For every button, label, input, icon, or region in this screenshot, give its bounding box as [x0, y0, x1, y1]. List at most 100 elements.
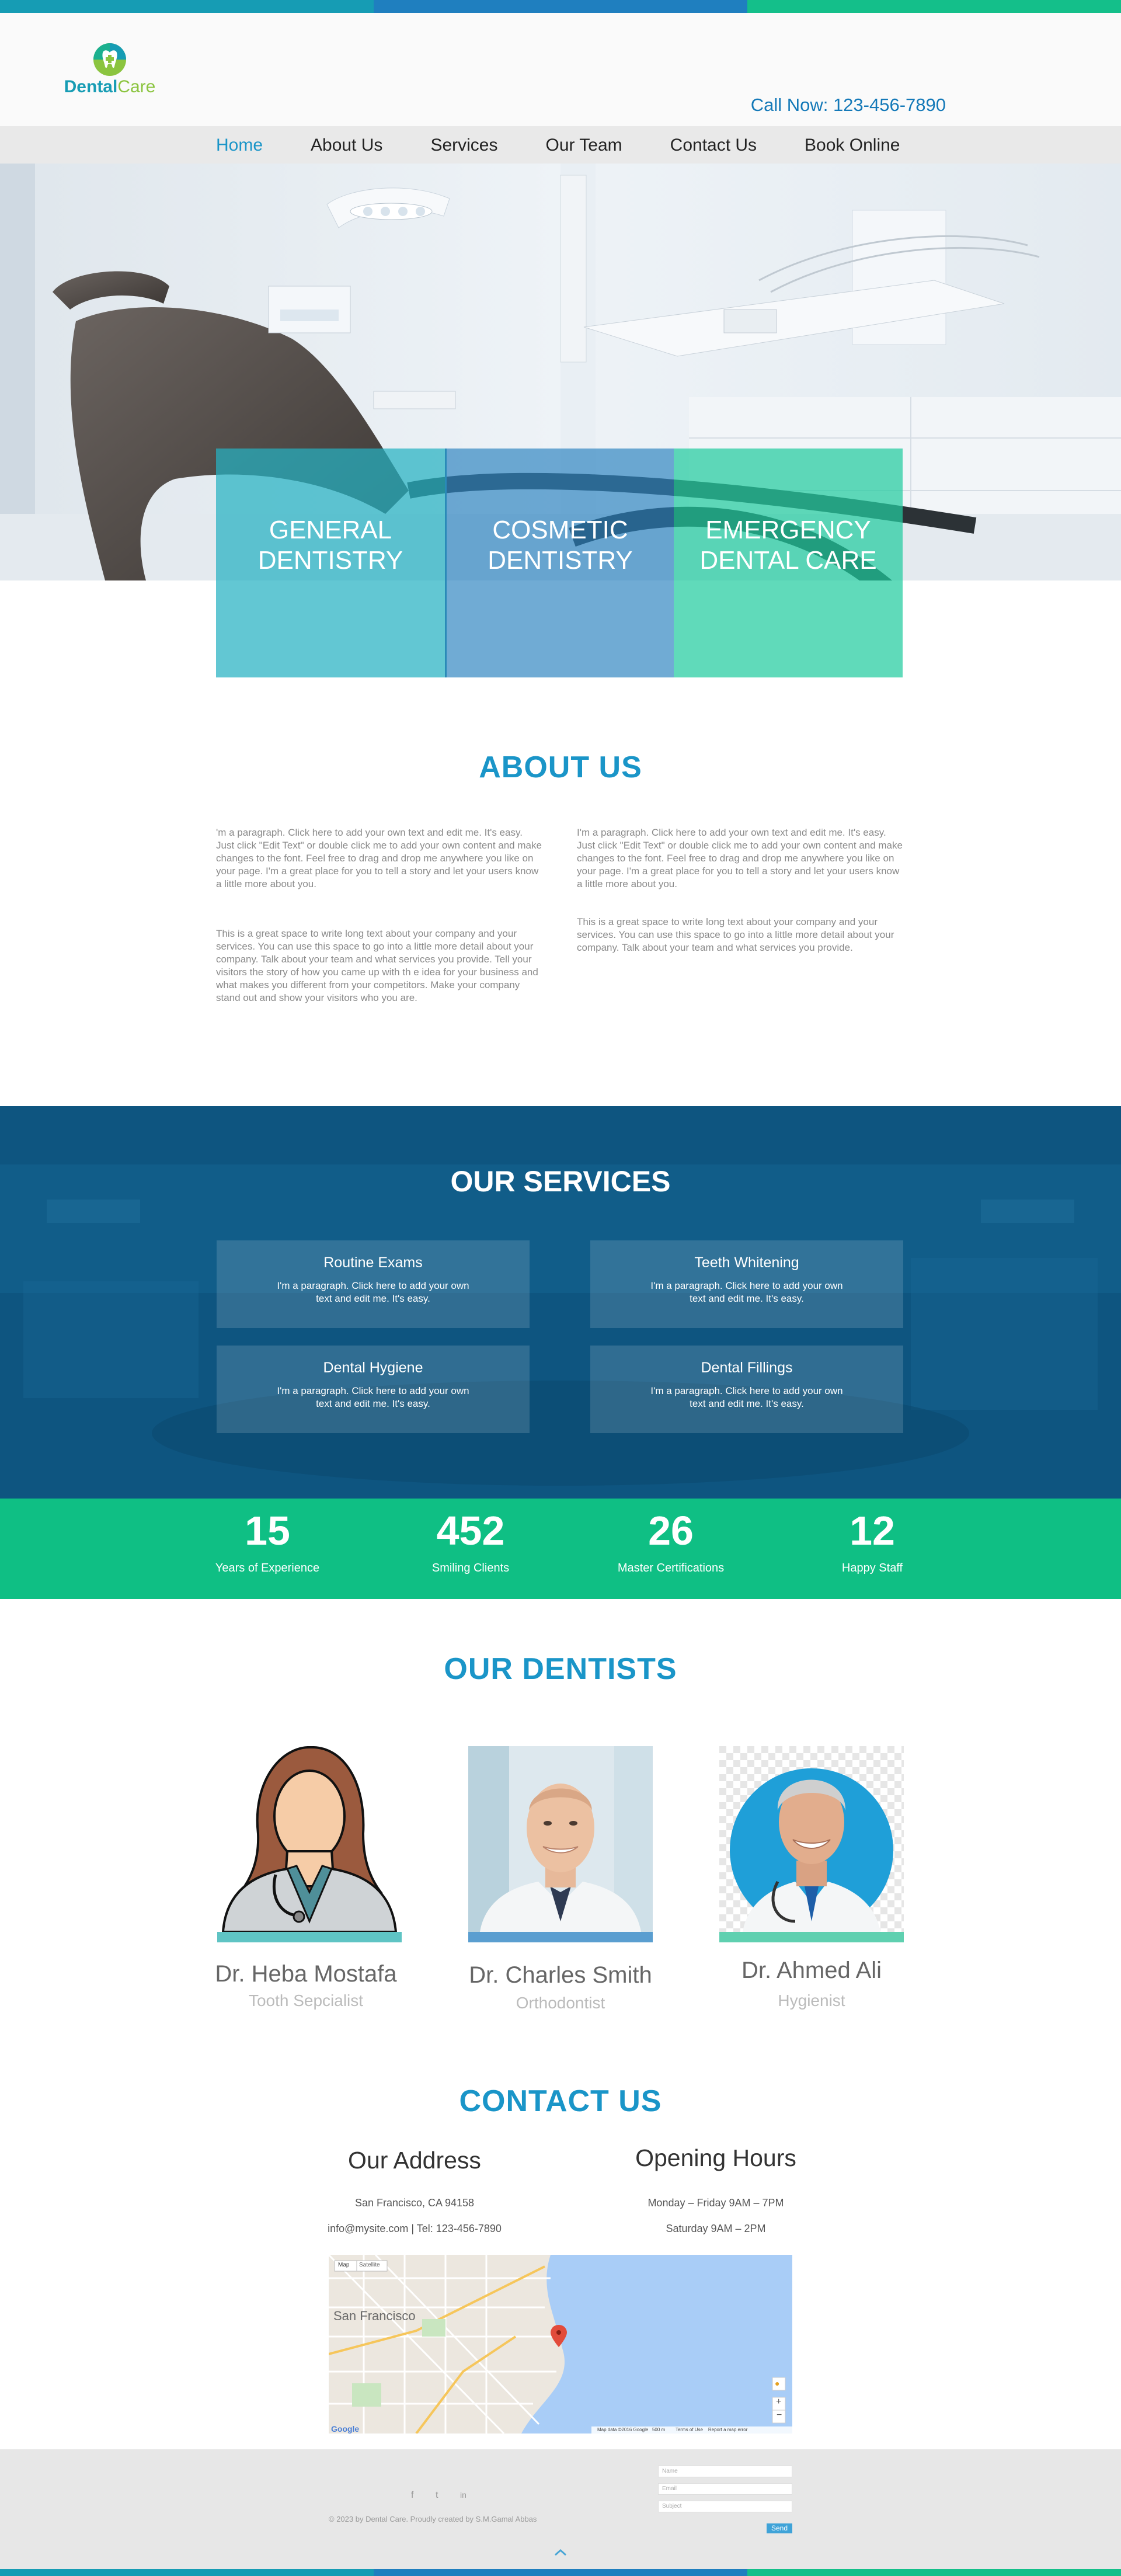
dentist-card-ahmed[interactable]	[719, 1746, 904, 1942]
hours-weekdays: Monday – Friday 9AM – 7PM	[647, 2197, 784, 2209]
linkedin-icon[interactable]: in	[460, 2490, 466, 2499]
contact-name-field[interactable]: Name	[658, 2466, 792, 2477]
dentist-role: Tooth Sepcialist	[248, 1991, 364, 2010]
dentist-photo	[468, 1746, 653, 1932]
nav-item-our-team[interactable]: Our Team	[545, 135, 622, 155]
logo-name-part1: Dental	[64, 77, 118, 96]
our-address-heading: Our Address	[348, 2147, 481, 2174]
stat-smiling-clients: 452 Smiling Clients	[395, 1507, 546, 1575]
female-dentist-cartoon-image	[217, 1746, 402, 1932]
nav-item-contact-us[interactable]: Contact Us	[670, 135, 757, 155]
stat-value: 452	[436, 1508, 505, 1553]
stat-label: Master Certifications	[617, 1562, 725, 1574]
pegman-icon[interactable]: ●	[775, 2379, 779, 2388]
email-phone-line[interactable]: info@mysite.com | Tel: 123-456-7890	[292, 2223, 537, 2235]
stat-years-experience: 15 Years of Experience	[192, 1507, 343, 1575]
service-card-text: I'm a paragraph. Click here to add your …	[650, 1385, 843, 1409]
google-logo: Google	[331, 2424, 360, 2434]
male-dentist-photo-image	[468, 1746, 653, 1932]
map-attribution: Map data ©2016 Google 500 m Terms of Use…	[597, 2427, 748, 2432]
about-left-paragraph-2: This is a great space to write long text…	[216, 928, 538, 1003]
service-card-dental-fillings[interactable]: Dental Fillings I'm a paragraph. Click h…	[590, 1346, 903, 1433]
dentist-card-heba[interactable]	[217, 1746, 402, 1942]
dentist-color-bar	[719, 1932, 904, 1942]
dentist-name: Dr. Charles Smith	[469, 1962, 652, 1988]
logo-name-part2: Care	[117, 77, 156, 96]
senior-dentist-photo-image	[719, 1746, 904, 1932]
stat-value: 15	[245, 1508, 290, 1553]
stat-label: Happy Staff	[841, 1562, 903, 1574]
map-zoom-out-button[interactable]: −	[777, 2410, 782, 2421]
twitter-icon[interactable]: t	[436, 2490, 438, 2501]
tooth-logo-icon	[93, 43, 126, 76]
site-footer: f t in © 2023 by Dental Care. Proudly cr…	[0, 2449, 1121, 2576]
our-dentists-title: OUR DENTISTS	[444, 1652, 677, 1686]
service-card-title: Teeth Whitening	[694, 1254, 799, 1271]
general-dentistry-label: GENERAL DENTISTRY	[257, 516, 403, 575]
stat-label: Years of Experience	[215, 1562, 320, 1574]
dentist-color-bar	[468, 1932, 653, 1942]
nav-item-home[interactable]: Home	[216, 135, 263, 155]
bottom-color-stripe	[0, 2569, 1121, 2576]
service-card-text: I'm a paragraph. Click here to add your …	[277, 1280, 469, 1304]
top-color-stripe	[0, 0, 1121, 13]
contact-email-field[interactable]: Email	[658, 2483, 792, 2495]
about-right-paragraph-2: This is a great space to write long text…	[577, 916, 894, 953]
service-card-teeth-whitening[interactable]: Teeth Whitening I'm a paragraph. Click h…	[590, 1240, 903, 1328]
map-zoom-in-button[interactable]: +	[776, 2397, 781, 2407]
site-logo[interactable]: DentalCare	[63, 41, 156, 105]
address-line: San Francisco, CA 94158	[354, 2197, 475, 2209]
site-header: DentalCare Call Now: 123-456-7890	[0, 13, 1121, 126]
dentist-photo	[217, 1746, 402, 1932]
nav-item-book-online[interactable]: Book Online	[805, 135, 900, 155]
services-section: OUR SERVICES Routine Exams I'm a paragra…	[0, 1106, 1121, 1499]
dentist-role: Orthodontist	[516, 1994, 605, 2012]
service-card-title: Dental Hygiene	[323, 1360, 423, 1376]
service-card-text: I'm a paragraph. Click here to add your …	[650, 1280, 843, 1304]
cosmetic-dentistry-box[interactable]: COSMETIC DENTISTRY	[445, 449, 674, 677]
map-tab-map[interactable]: Map	[338, 2262, 349, 2268]
map-tab-satellite[interactable]: Satellite	[359, 2262, 380, 2268]
map-city-label: San Francisco	[333, 2309, 416, 2323]
stat-happy-staff: 12 Happy Staff	[796, 1507, 948, 1575]
about-left-paragraph-1: 'm a paragraph. Click here to add your o…	[216, 827, 542, 889]
back-to-top-chevron-icon[interactable]	[553, 2549, 568, 2557]
dentist-name: Dr. Ahmed Ali	[741, 1958, 882, 1983]
logo-text: DentalCare	[63, 77, 156, 97]
facebook-icon[interactable]: f	[411, 2490, 413, 2501]
service-card-title: Routine Exams	[323, 1254, 423, 1271]
general-dentistry-box[interactable]: GENERAL DENTISTRY	[216, 449, 445, 677]
about-right-paragraph-1: I'm a paragraph. Click here to add your …	[577, 827, 903, 889]
about-us-title: ABOUT US	[479, 750, 642, 784]
contact-us-title: CONTACT US	[459, 2084, 662, 2118]
stat-master-certifications: 26 Master Certifications	[595, 1507, 747, 1575]
service-card-title: Dental Fillings	[701, 1360, 793, 1376]
nav-item-services[interactable]: Services	[430, 135, 497, 155]
our-services-title: OUR SERVICES	[450, 1165, 671, 1198]
copyright-text: © 2023 by Dental Care. Proudly created b…	[329, 2515, 537, 2523]
contact-subject-field[interactable]: Subject	[658, 2501, 792, 2512]
hours-saturday: Saturday 9AM – 2PM	[666, 2223, 766, 2234]
emergency-dental-care-box[interactable]: EMERGENCY DENTAL CARE	[674, 449, 903, 677]
nav-item-about-us[interactable]: About Us	[311, 135, 382, 155]
send-button[interactable]: Send	[767, 2523, 792, 2533]
hero-service-boxes: GENERAL DENTISTRY COSMETIC DENTISTRY EME…	[216, 449, 903, 677]
dentist-card-charles[interactable]	[468, 1746, 653, 1942]
stats-section: 15 Years of Experience 452 Smiling Clien…	[0, 1499, 1121, 1599]
dentist-photo	[719, 1746, 904, 1932]
stat-label: Smiling Clients	[431, 1562, 510, 1574]
map-tiles-image	[329, 2255, 792, 2434]
service-card-text: I'm a paragraph. Click here to add your …	[277, 1385, 469, 1409]
dentist-name: Dr. Heba Mostafa	[215, 1961, 397, 1987]
emergency-dental-care-label: EMERGENCY DENTAL CARE	[699, 516, 877, 575]
service-card-dental-hygiene[interactable]: Dental Hygiene I'm a paragraph. Click he…	[217, 1346, 530, 1433]
dentist-color-bar	[217, 1932, 402, 1942]
cosmetic-dentistry-label: COSMETIC DENTISTRY	[488, 516, 633, 575]
main-navigation: Home About Us Services Our Team Contact …	[0, 126, 1121, 164]
service-card-routine-exams[interactable]: Routine Exams I'm a paragraph. Click her…	[217, 1240, 530, 1328]
stat-value: 26	[648, 1508, 694, 1553]
stat-value: 12	[850, 1508, 895, 1553]
location-map[interactable]: Map Satellite San Francisco + − ● Map da…	[329, 2255, 792, 2434]
opening-hours-heading: Opening Hours	[635, 2144, 796, 2171]
call-now-text[interactable]: Call Now: 123-456-7890	[751, 95, 946, 116]
